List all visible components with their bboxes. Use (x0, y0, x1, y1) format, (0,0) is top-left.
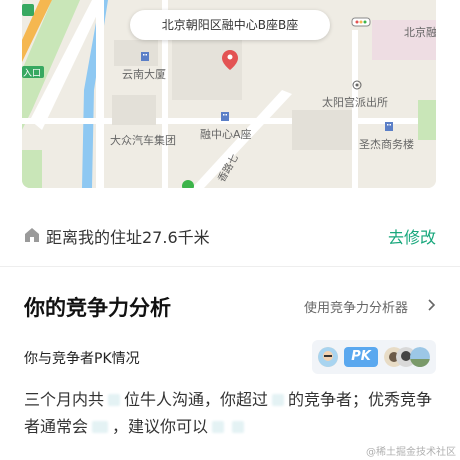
desc-part: ，建议你可以 (112, 417, 209, 436)
competitor-avatar (410, 347, 430, 367)
map-label-rongzhong-a: 融中心A座 (200, 128, 252, 141)
map-address-title: 北京朝阳区融中心B座B座 (130, 10, 330, 40)
pk-avatars[interactable]: PK (312, 340, 436, 374)
police-icon (352, 80, 362, 90)
competition-description: 三个月内共 位牛人沟通，你超过 的竞争者；优秀竞争者通常会 ，建议你可以 (24, 386, 438, 440)
building-icon (141, 52, 149, 61)
location-map[interactable]: 北京朝阳区融中心B座B座 入口 云南大厦 大众汽车集团 融中心A座 太阳宫派出所… (22, 0, 436, 188)
home-icon (25, 228, 39, 242)
competition-section-title: 你的竞争力分析 (24, 296, 171, 320)
map-label-taiyanggong: 太阳宫派出所 (322, 96, 388, 109)
masked-value (212, 421, 225, 433)
masked-value (232, 421, 245, 433)
watermark: @稀土掘金技术社区 (366, 447, 456, 458)
map-label-shengjie: 圣杰商务楼 (359, 138, 414, 151)
competition-analyzer-link[interactable]: 使用竞争力分析器 (304, 297, 408, 316)
map-label-entrance: 入口 (23, 69, 42, 79)
pk-badge: PK (344, 347, 378, 367)
masked-value (92, 421, 109, 433)
user-avatar (318, 347, 338, 367)
section-divider (0, 266, 460, 267)
edit-address-link[interactable]: 去修改 (388, 224, 436, 248)
map-label-beijing-corner: 北京融 (404, 26, 436, 39)
map-label-yunnan: 云南大厦 (122, 68, 166, 81)
distance-text: 距离我的住址27.6千米 (46, 228, 210, 247)
masked-value (108, 394, 121, 406)
desc-part: 三个月内共 (24, 390, 105, 409)
distance-row: 距离我的住址27.6千米 去修改 (24, 222, 438, 250)
building-icon (221, 112, 229, 121)
pk-status-title: 你与竞争者PK情况 (24, 351, 140, 367)
desc-part: 位牛人沟通，你超过 (124, 390, 269, 409)
map-label-dazhong: 大众汽车集团 (110, 134, 176, 147)
masked-value (272, 394, 285, 406)
chevron-right-icon[interactable] (428, 299, 436, 311)
building-icon (385, 122, 393, 131)
